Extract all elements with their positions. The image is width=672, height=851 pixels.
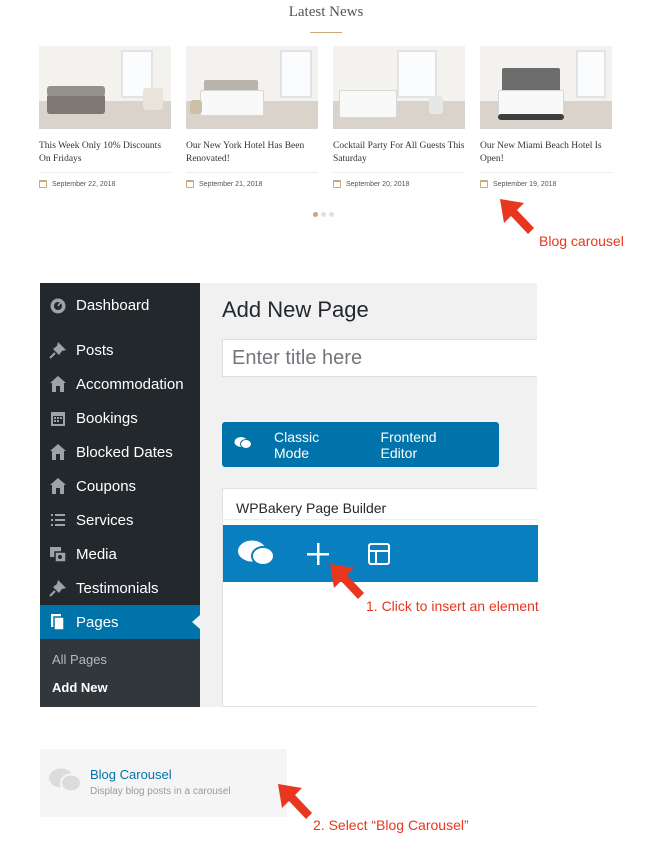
pagination-dot[interactable]: [329, 212, 334, 217]
pagination-dot[interactable]: [313, 212, 318, 217]
home-icon: [49, 443, 67, 461]
arrow-icon: [500, 199, 534, 234]
submenu-item-add-new[interactable]: Add New: [52, 680, 108, 695]
add-element-icon[interactable]: [306, 542, 330, 566]
menu-label: Posts: [76, 341, 114, 359]
section-title: Latest News: [288, 4, 364, 20]
builder-toolbar: [223, 525, 538, 582]
pages-submenu: All Pages Add New: [40, 639, 200, 707]
menu-label: Accommodation: [76, 375, 184, 393]
post-thumbnail[interactable]: [186, 46, 318, 129]
menu-item-blocked-dates[interactable]: Blocked Dates: [40, 435, 200, 469]
post-thumbnail[interactable]: [333, 46, 465, 129]
calendar-icon: [480, 180, 488, 188]
calendar-icon: [49, 409, 67, 427]
post-title[interactable]: This Week Only 10% Discounts On Fridays: [39, 140, 171, 168]
menu-label: Dashboard: [76, 296, 150, 314]
post-title[interactable]: Our New York Hotel Has Been Renovated!: [186, 140, 318, 168]
pin-icon: [49, 341, 67, 359]
submenu-item-all-pages[interactable]: All Pages: [52, 652, 107, 667]
classic-mode-button[interactable]: Classic Mode: [274, 429, 355, 461]
post-date: September 20, 2018: [346, 180, 410, 188]
menu-label: Testimonials: [76, 579, 159, 597]
calendar-icon: [39, 180, 47, 188]
wpbakery-logo-icon: [48, 767, 82, 798]
post-title[interactable]: Our New Miami Beach Hotel Is Open!: [480, 140, 612, 168]
arrow-icon: [330, 564, 364, 599]
menu-item-media[interactable]: Media: [40, 537, 200, 571]
menu-item-testimonials[interactable]: Testimonials: [40, 571, 200, 605]
post-date: September 22, 2018: [52, 180, 116, 188]
news-card[interactable]: Our New York Hotel Has Been Renovated! S…: [186, 46, 318, 188]
post-title[interactable]: Cocktail Party For All Guests This Satur…: [333, 140, 465, 168]
templates-icon[interactable]: [367, 542, 391, 566]
carousel-pagination: [313, 212, 334, 217]
post-thumbnail[interactable]: [39, 46, 171, 129]
home-icon: [49, 375, 67, 393]
menu-item-dashboard[interactable]: Dashboard: [40, 288, 200, 322]
menu-item-services[interactable]: Services: [40, 503, 200, 537]
menu-label: Services: [76, 511, 134, 529]
news-card[interactable]: Our New Miami Beach Hotel Is Open! Septe…: [480, 46, 612, 188]
post-thumbnail[interactable]: [480, 46, 612, 129]
annotation-step-2: 2. Select “Blog Carousel”: [313, 817, 469, 833]
title-input[interactable]: Enter title here: [222, 339, 537, 377]
menu-item-accommodation[interactable]: Accommodation: [40, 367, 200, 401]
home-icon: [49, 477, 67, 495]
wpbakery-logo-icon: [237, 539, 275, 567]
menu-label: Coupons: [76, 477, 137, 495]
wpbakery-logo-icon: [234, 436, 252, 453]
list-icon: [49, 511, 67, 529]
page-title: Add New Page: [222, 297, 369, 322]
pages-icon: [49, 613, 67, 631]
calendar-icon: [333, 180, 341, 188]
menu-item-pages[interactable]: Pages: [40, 605, 200, 639]
blog-carousel-element[interactable]: Blog Carousel Display blog posts in a ca…: [40, 749, 287, 817]
calendar-icon: [186, 180, 194, 188]
editor-area: Add New Page Enter title here Classic Mo…: [200, 283, 538, 707]
admin-sidebar: Dashboard Posts Accommodation Bookings B…: [40, 283, 200, 707]
post-date: September 19, 2018: [493, 180, 557, 188]
menu-item-posts[interactable]: Posts: [40, 333, 200, 367]
menu-label: Blocked Dates: [76, 443, 173, 461]
news-card[interactable]: Cocktail Party For All Guests This Satur…: [333, 46, 465, 188]
menu-label: Pages: [76, 613, 119, 631]
builder-mode-bar: Classic Mode Frontend Editor: [222, 422, 499, 467]
annotation-step-1: 1. Click to insert an element: [366, 598, 539, 614]
annotation-blog-carousel: Blog carousel: [539, 233, 624, 249]
title-underline: [310, 32, 342, 33]
media-icon: [49, 545, 67, 563]
menu-item-bookings[interactable]: Bookings: [40, 401, 200, 435]
arrow-icon: [278, 784, 312, 819]
element-name: Blog Carousel: [90, 767, 172, 782]
menu-item-coupons[interactable]: Coupons: [40, 469, 200, 503]
pagination-dot[interactable]: [321, 212, 326, 217]
menu-label: Bookings: [76, 409, 138, 427]
builder-title: WPBakery Page Builder: [236, 500, 387, 516]
frontend-editor-button[interactable]: Frontend Editor: [381, 429, 473, 461]
pin-icon: [49, 579, 67, 597]
post-date: September 21, 2018: [199, 180, 263, 188]
element-description: Display blog posts in a carousel: [90, 786, 231, 797]
news-card[interactable]: This Week Only 10% Discounts On Fridays …: [39, 46, 171, 188]
dashboard-icon: [49, 296, 67, 314]
menu-label: Media: [76, 545, 117, 563]
